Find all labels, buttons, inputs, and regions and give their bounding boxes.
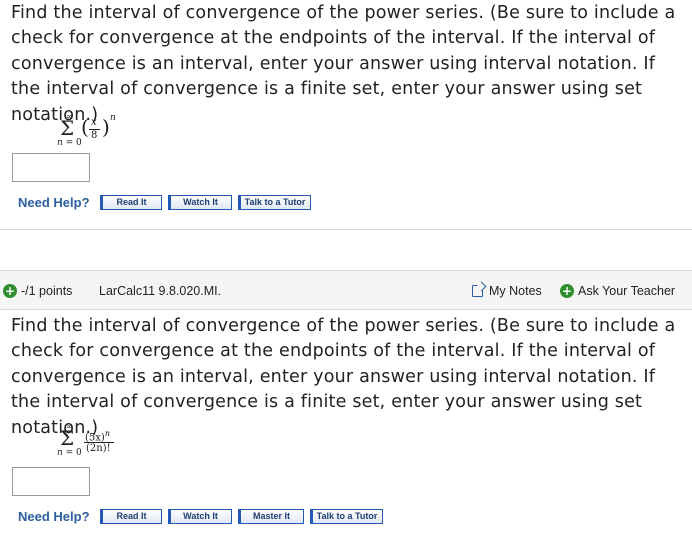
read-it-button[interactable]: Read It [99,508,162,524]
question-2: + -/1 points LarCalc11 9.8.020.MI. My No… [0,270,692,548]
question-1: Find the interval of convergence of the … [0,0,692,230]
fraction-numerator: x [91,117,97,128]
sigma-symbol: Σ [60,116,75,140]
right-paren: ) [102,115,110,139]
left-paren: ( [81,115,89,139]
sum-lower-limit: n = 0 [57,138,82,148]
master-it-button[interactable]: Master It [237,508,304,524]
expand-plus-icon[interactable]: + [3,284,17,298]
ask-your-teacher-link[interactable]: Ask Your Teacher [578,284,675,298]
fraction-denominator: 8 [91,130,98,141]
answer-input-2[interactable] [12,467,90,496]
sigma-symbol: Σ [60,426,75,450]
problem-id: LarCalc11 9.8.020.MI. [99,284,222,298]
watch-it-button[interactable]: Watch It [167,508,232,524]
question-1-text: Find the interval of convergence of the … [11,3,676,125]
question-1-series: ∞ Σ n = 0 ( x 8 ) n [56,112,136,148]
question-2-header: + -/1 points LarCalc11 9.8.020.MI. My No… [0,270,692,310]
answer-input-1[interactable] [12,153,90,182]
my-notes-link[interactable]: My Notes [489,284,542,298]
points-label: -/1 points [21,284,73,298]
watch-it-button[interactable]: Watch It [167,194,232,210]
fraction-denominator: (2n)! [86,443,111,454]
help-row-1: Need Help? Read It Watch It Talk to a Tu… [18,192,317,212]
question-2-series: ∞ Σ n = 0 (5x)n (2n)! [56,422,146,458]
need-help-label: Need Help? [18,508,90,524]
read-it-button[interactable]: Read It [99,194,162,210]
ask-teacher-plus-icon: + [560,284,574,298]
help-row-2: Need Help? Read It Watch It Master It Ta… [18,506,389,526]
sum-lower-limit: n = 0 [57,448,82,458]
need-help-label: Need Help? [18,194,90,210]
notes-icon [472,285,483,297]
talk-to-tutor-button[interactable]: Talk to a Tutor [237,194,311,210]
series-exponent: n [110,113,116,123]
talk-to-tutor-button[interactable]: Talk to a Tutor [309,508,383,524]
